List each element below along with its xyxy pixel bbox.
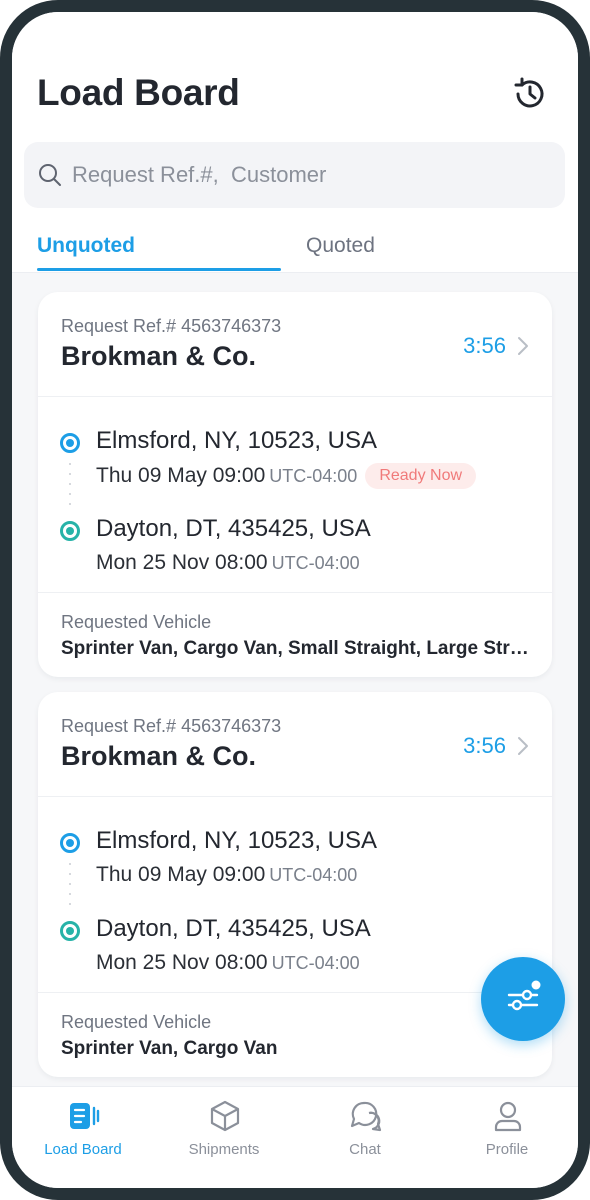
destination-marker-icon: [60, 521, 80, 541]
load-board-icon: [70, 1103, 100, 1129]
nav-label: Load Board: [44, 1141, 122, 1158]
load-card[interactable]: Request Ref.# 4563746373 Brokman & Co. 3…: [38, 292, 552, 677]
requested-vehicle-label: Requested Vehicle: [61, 1012, 212, 1032]
divider: [12, 272, 578, 273]
origin-datetime: Thu 09 May 09:00 UTC-04:00: [96, 863, 357, 887]
search-bar[interactable]: [24, 142, 565, 208]
filter-button[interactable]: [481, 957, 565, 1041]
origin-date: Thu 09 May 09:00: [96, 464, 266, 487]
destination-timezone: UTC-04:00: [271, 553, 360, 573]
origin-datetime: Thu 09 May 09:00 UTC-04:00 Ready Now: [96, 463, 477, 489]
origin-timezone: UTC-04:00: [269, 865, 358, 885]
tab-bar: Unquoted Quoted: [12, 232, 578, 274]
nav-label: Shipments: [188, 1141, 260, 1158]
destination-marker-icon: [60, 921, 80, 941]
origin-timezone: UTC-04:00: [269, 466, 358, 486]
customer-name: Brokman & Co.: [61, 341, 257, 371]
destination-datetime: Mon 25 Nov 08:00 UTC-04:00: [96, 551, 360, 575]
requested-vehicle-value: Sprinter Van, Cargo Van, Small Straight,…: [61, 638, 531, 659]
history-icon: [514, 77, 544, 108]
destination-date: Mon 25 Nov 08:00: [96, 551, 268, 574]
nav-label: Chat: [349, 1141, 381, 1158]
nav-profile[interactable]: Profile: [437, 1087, 577, 1177]
route: Elmsford, NY, 10523, USA Thu 09 May 09:0…: [38, 797, 552, 993]
search-icon: [38, 162, 64, 188]
history-button[interactable]: [508, 72, 552, 116]
destination-date: Mon 25 Nov 08:00: [96, 951, 268, 974]
requested-vehicle-value: Sprinter Van, Cargo Van: [61, 1038, 278, 1059]
device-frame: Load Board Unquoted Q: [0, 0, 590, 1200]
origin-place: Elmsford, NY, 10523, USA: [96, 427, 378, 454]
load-card-header: Request Ref.# 4563746373 Brokman & Co. 3…: [38, 692, 552, 797]
chat-icon: [350, 1101, 382, 1132]
search-input[interactable]: [72, 162, 512, 188]
destination-timezone: UTC-04:00: [271, 953, 360, 973]
destination-place: Dayton, DT, 435425, USA: [96, 915, 371, 942]
box-icon: [210, 1100, 240, 1132]
destination-place: Dayton, DT, 435425, USA: [96, 515, 371, 542]
ready-now-badge: Ready Now: [365, 463, 477, 489]
requested-vehicle-label: Requested Vehicle: [61, 612, 212, 632]
bottom-navigation: Load Board Shipments Chat Profile: [12, 1086, 578, 1188]
app-screen: Load Board Unquoted Q: [12, 12, 578, 1188]
quote-timer: 3:56: [463, 733, 506, 758]
route-connector: [69, 463, 71, 513]
user-icon: [494, 1101, 522, 1132]
tab-quoted[interactable]: Quoted: [306, 232, 375, 272]
origin-marker-icon: [60, 833, 80, 853]
nav-load-board[interactable]: Load Board: [13, 1087, 153, 1177]
request-ref: Request Ref.# 4563746373: [61, 316, 282, 336]
origin-place: Elmsford, NY, 10523, USA: [96, 827, 378, 854]
requested-vehicle: Requested Vehicle Sprinter Van, Cargo Va…: [38, 993, 552, 1077]
chevron-right-icon[interactable]: [516, 735, 530, 757]
nav-chat[interactable]: Chat: [295, 1087, 435, 1177]
customer-name: Brokman & Co.: [61, 741, 257, 771]
page-title: Load Board: [37, 72, 240, 113]
origin-date: Thu 09 May 09:00: [96, 863, 266, 886]
nav-label: Profile: [485, 1141, 529, 1158]
load-card[interactable]: Request Ref.# 4563746373 Brokman & Co. 3…: [38, 692, 552, 1077]
filter-sliders-icon: [507, 980, 541, 1011]
active-tab-indicator: [37, 268, 281, 271]
load-card-header: Request Ref.# 4563746373 Brokman & Co. 3…: [38, 292, 552, 397]
route: Elmsford, NY, 10523, USA Thu 09 May 09:0…: [38, 397, 552, 593]
origin-marker-icon: [60, 433, 80, 453]
request-ref: Request Ref.# 4563746373: [61, 716, 282, 736]
nav-shipments[interactable]: Shipments: [154, 1087, 294, 1177]
tab-unquoted[interactable]: Unquoted: [37, 232, 135, 272]
route-connector: [69, 863, 71, 913]
chevron-right-icon[interactable]: [516, 335, 530, 357]
destination-datetime: Mon 25 Nov 08:00 UTC-04:00: [96, 951, 360, 975]
requested-vehicle: Requested Vehicle Sprinter Van, Cargo Va…: [38, 593, 552, 677]
header: Load Board Unquoted Q: [12, 12, 578, 274]
quote-timer: 3:56: [463, 333, 506, 358]
